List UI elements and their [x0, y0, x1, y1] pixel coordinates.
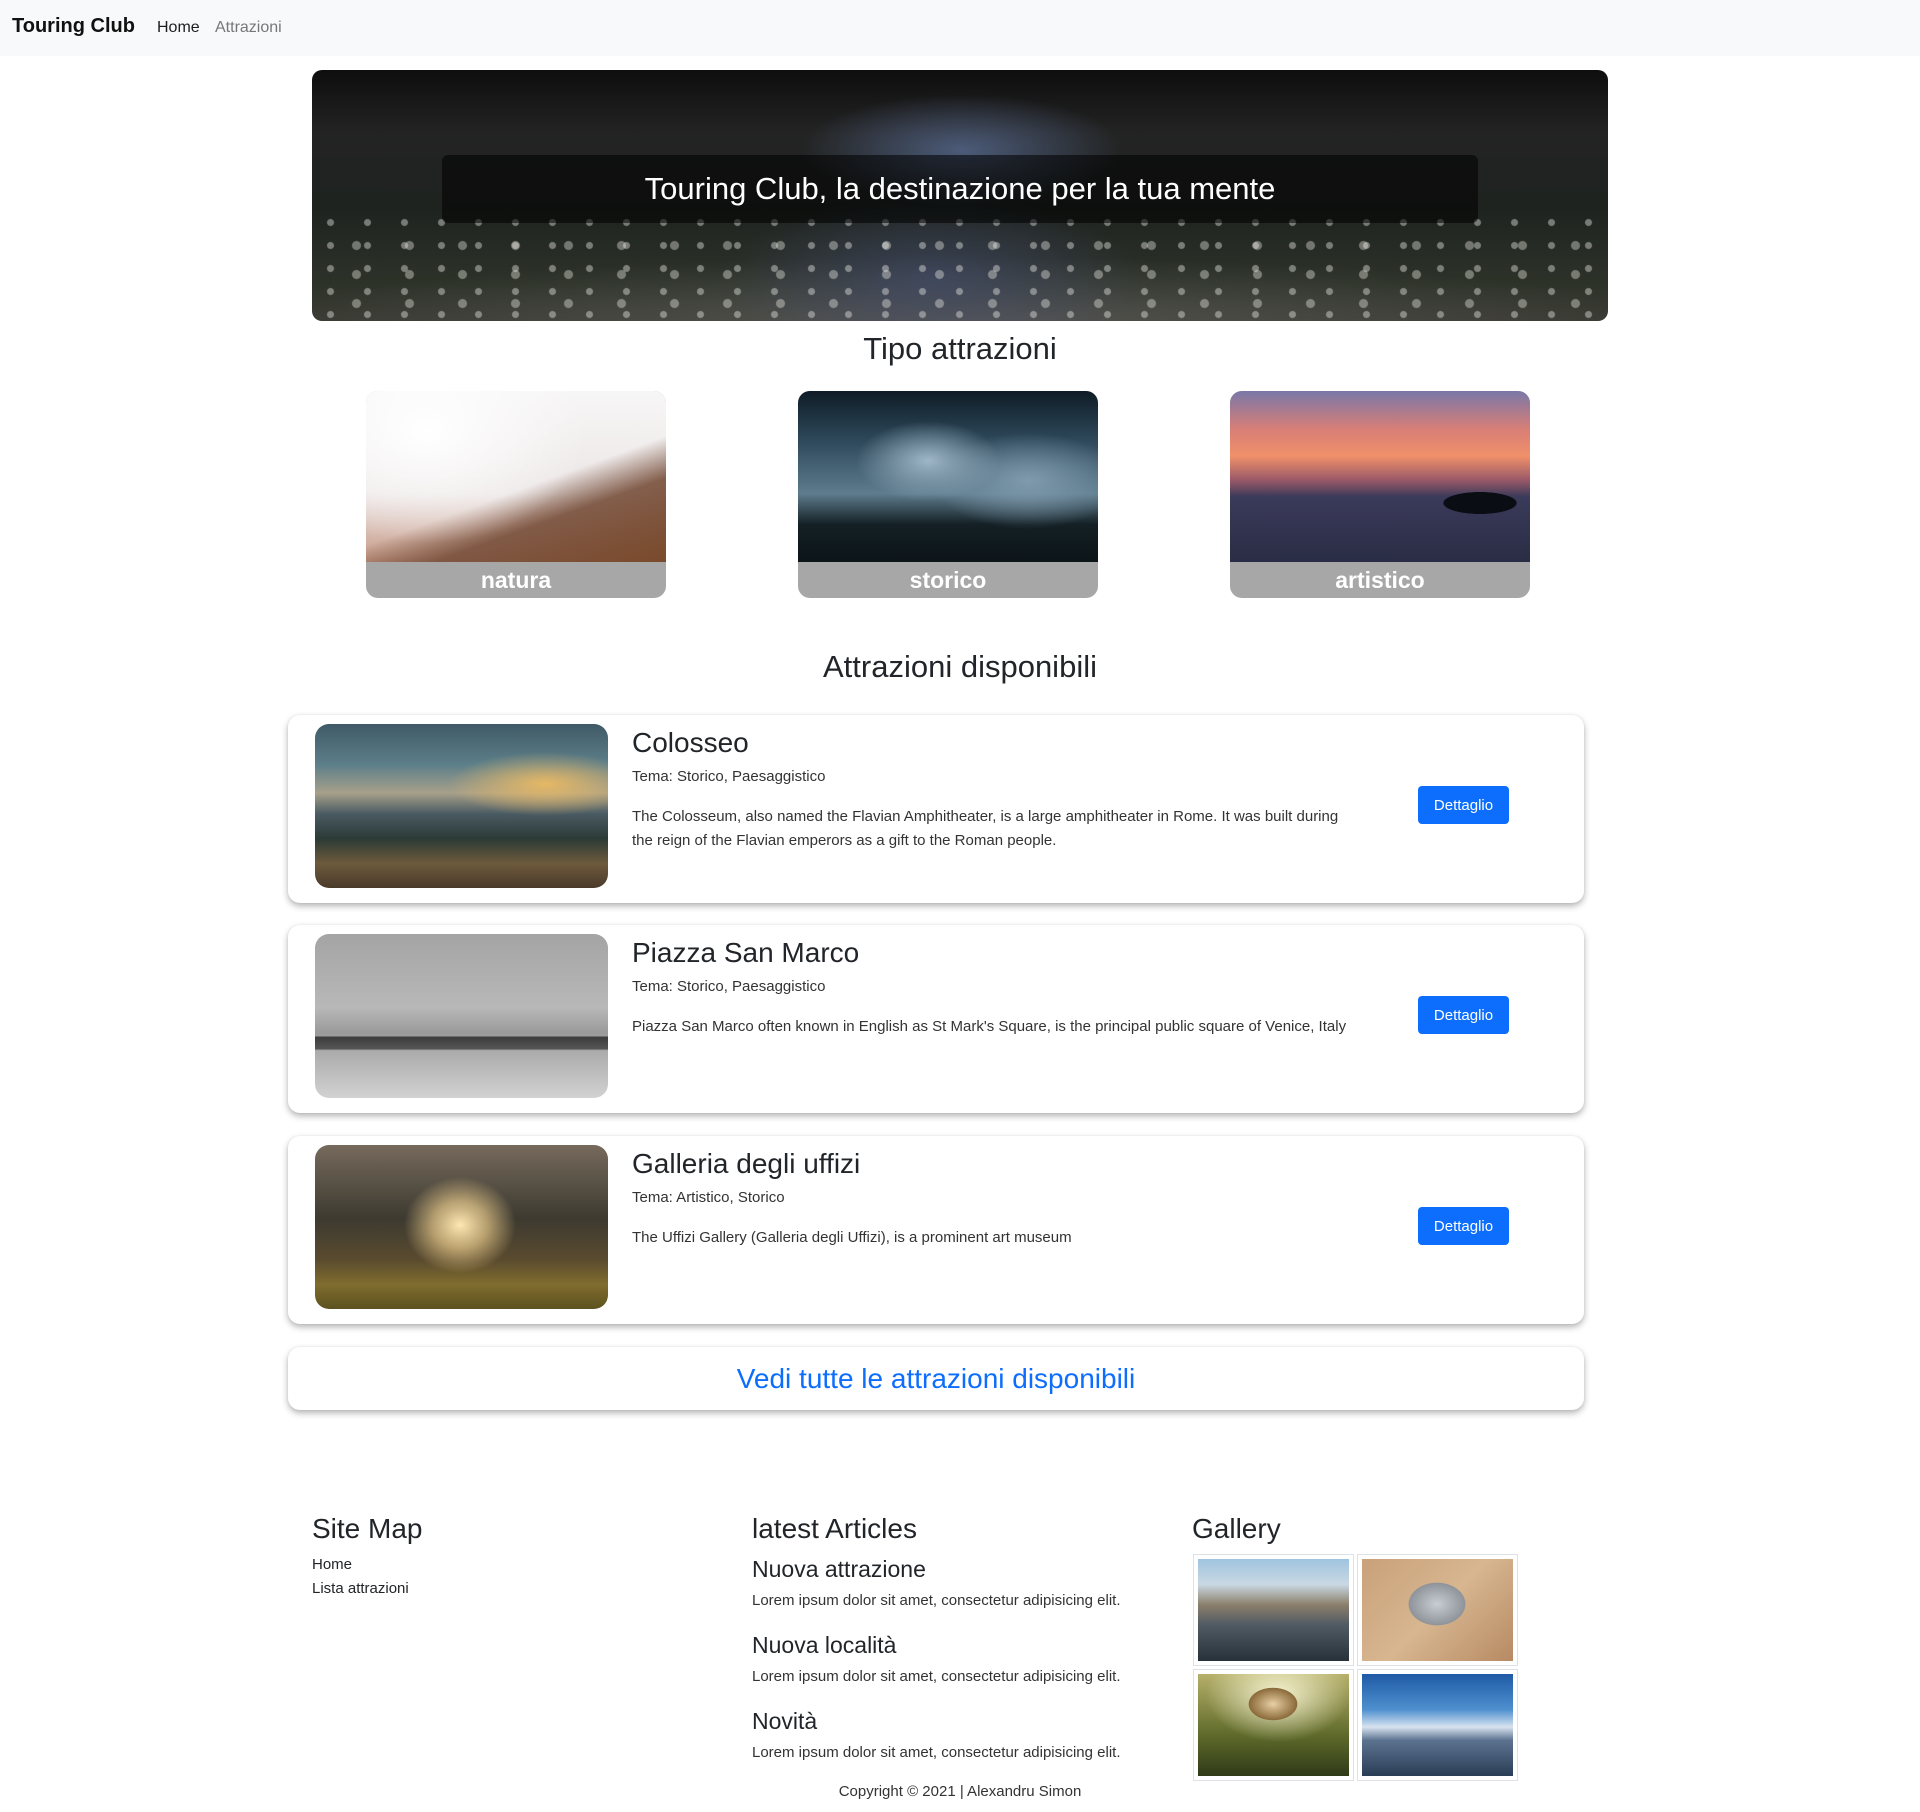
attraction-card-piazza-san-marco: Piazza San Marco Tema: Storico, Paesaggi… — [288, 925, 1584, 1113]
types-section-title: Tipo attrazioni — [863, 331, 1057, 366]
attraction-image-colosseo — [315, 724, 608, 888]
hero-title: Touring Club, la destinazione per la tua… — [644, 171, 1276, 206]
attraction-description: The Uffizi Gallery (Galleria degli Uffiz… — [632, 1229, 1072, 1246]
see-all-card: Vedi tutte le attrazioni disponibili — [288, 1347, 1584, 1410]
attraction-card-galleria-uffizi: Galleria degli uffizi Tema: Artistico, S… — [288, 1136, 1584, 1324]
category-card-natura[interactable]: natura — [366, 391, 666, 598]
dettaglio-button[interactable]: Dettaglio — [1418, 996, 1509, 1034]
attraction-card-colosseo: Colosseo Tema: Storico, Paesaggistico Th… — [288, 715, 1584, 903]
navbar: Touring Club Home Attrazioni — [0, 0, 1920, 56]
attraction-image-piazza-san-marco — [315, 934, 608, 1098]
attraction-tema: Tema: Artistico, Storico — [632, 1189, 785, 1206]
available-section-title: Attrazioni disponibili — [823, 649, 1097, 684]
footer-link-home[interactable]: Home — [312, 1556, 352, 1573]
attraction-name: Piazza San Marco — [632, 937, 860, 968]
attraction-name: Colosseo — [632, 727, 749, 758]
hero-caption: Touring Club, la destinazione per la tua… — [442, 155, 1478, 223]
category-image-artistico — [1230, 391, 1530, 562]
gallery-image-mountains[interactable] — [1358, 1670, 1517, 1780]
nav-link-attrazioni[interactable]: Attrazioni — [215, 19, 282, 37]
gallery-image-city[interactable] — [1194, 1555, 1353, 1665]
footer-articles-title: latest Articles — [752, 1513, 917, 1544]
article-text: Lorem ipsum dolor sit amet, consectetur … — [752, 1744, 1121, 1761]
copyright-text: Copyright © 2021 | Alexandru Simon — [838, 1783, 1082, 1800]
article-text: Lorem ipsum dolor sit amet, consectetur … — [752, 1592, 1121, 1609]
attraction-image-galleria-uffizi — [315, 1145, 608, 1309]
dettaglio-button[interactable]: Dettaglio — [1418, 1207, 1509, 1245]
category-card-storico[interactable]: storico — [798, 391, 1098, 598]
category-label-storico: storico — [909, 566, 987, 593]
attraction-tema: Tema: Storico, Paesaggistico — [632, 978, 826, 995]
footer-link-lista-attrazioni[interactable]: Lista attrazioni — [312, 1580, 409, 1597]
attraction-name: Galleria degli uffizi — [632, 1148, 861, 1179]
attraction-description: The Colosseum, also named the Flavian Am… — [632, 808, 1339, 849]
hero-banner: Touring Club, la destinazione per la tua… — [312, 70, 1608, 321]
hero-image-daisies-foreground — [330, 231, 1608, 311]
article-text: Lorem ipsum dolor sit amet, consectetur … — [752, 1668, 1121, 1685]
category-label-natura: natura — [480, 566, 552, 593]
category-image-natura — [366, 391, 666, 562]
category-image-storico — [798, 391, 1098, 562]
gallery-image-laptop[interactable] — [1358, 1555, 1517, 1665]
article-title[interactable]: Nuova attrazione — [752, 1556, 926, 1583]
footer-gallery-title: Gallery — [1192, 1513, 1281, 1544]
see-all-attractions-link[interactable]: Vedi tutte le attrazioni disponibili — [737, 1363, 1135, 1395]
brand-logo[interactable]: Touring Club — [12, 15, 135, 38]
footer-sitemap-title: Site Map — [312, 1513, 423, 1544]
attraction-description: Piazza San Marco often known in English … — [632, 1018, 1347, 1035]
article-title[interactable]: Novità — [752, 1708, 817, 1735]
attraction-tema: Tema: Storico, Paesaggistico — [632, 768, 826, 785]
dettaglio-button[interactable]: Dettaglio — [1418, 786, 1509, 824]
gallery-image-mushroom[interactable] — [1194, 1670, 1353, 1780]
category-label-artistico: artistico — [1335, 566, 1425, 593]
category-card-artistico[interactable]: artistico — [1230, 391, 1530, 598]
nav-link-home[interactable]: Home — [157, 19, 200, 37]
article-title[interactable]: Nuova località — [752, 1632, 896, 1659]
